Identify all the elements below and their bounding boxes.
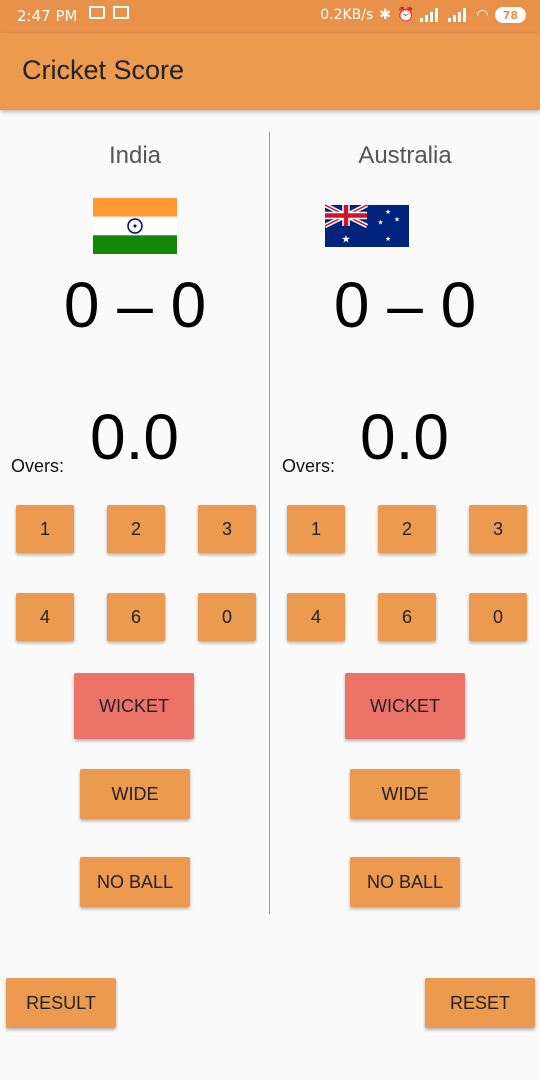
run-0-button[interactable]: 0 (198, 593, 256, 641)
wicket-button[interactable]: WICKET (345, 673, 465, 739)
result-button[interactable]: RESULT (6, 978, 116, 1028)
wide-button[interactable]: WIDE (350, 769, 460, 819)
svg-text:★: ★ (394, 216, 400, 224)
run-3-button[interactable]: 3 (469, 505, 527, 553)
run-1-button[interactable]: 1 (287, 505, 345, 553)
team-panel-australia: Australia ★ ★ ★ ★ ★ 0 – 0 Overs: 0.0 1 2… (270, 110, 540, 920)
run-4-button[interactable]: 4 (287, 593, 345, 641)
status-time: 2:47 PM (17, 7, 78, 25)
svg-text:★: ★ (385, 235, 391, 243)
alarm-off-icon: ⏰ (397, 7, 415, 23)
team-name: Australia (358, 142, 452, 169)
svg-text:★: ★ (377, 219, 383, 227)
laptop-icon (113, 6, 129, 19)
mail-icon (89, 6, 105, 19)
overs-value: 0.0 (360, 401, 449, 473)
team-panel-india: India 0 – 0 Overs: 0.0 1 2 3 4 6 0 WICKE… (0, 110, 270, 920)
network-speed: 0.2KB/s (320, 7, 374, 23)
overs-label: Overs: (11, 456, 65, 476)
overs-label: Overs: (282, 456, 336, 476)
run-2-button[interactable]: 2 (107, 505, 165, 553)
overs-value: 0.0 (90, 401, 179, 473)
status-bar: 2:47 PM 0.2KB/s ✱ ⏰ ◠ 78 (0, 0, 540, 33)
signal-icon (420, 8, 442, 22)
run-4-button[interactable]: 4 (16, 593, 74, 641)
app-title: Cricket Score (22, 55, 185, 85)
battery-icon: 78 (494, 7, 526, 23)
run-2-button[interactable]: 2 (378, 505, 436, 553)
team-score: 0 – 0 (63, 269, 207, 341)
run-1-button[interactable]: 1 (16, 505, 74, 553)
australia-flag-icon: ★ ★ ★ ★ ★ (325, 202, 409, 247)
run-6-button[interactable]: 6 (107, 593, 165, 641)
app-bar: Cricket Score (0, 33, 540, 110)
team-name: India (108, 142, 162, 169)
wicket-button[interactable]: WICKET (74, 673, 194, 739)
run-0-button[interactable]: 0 (469, 593, 527, 641)
wide-button[interactable]: WIDE (80, 769, 190, 819)
bluetooth-icon: ✱ (379, 7, 392, 23)
no-ball-button[interactable]: NO BALL (350, 857, 460, 907)
india-flag-icon (93, 198, 177, 254)
no-ball-button[interactable]: NO BALL (80, 857, 190, 907)
reset-button[interactable]: RESET (425, 978, 535, 1028)
run-6-button[interactable]: 6 (378, 593, 436, 641)
svg-text:★: ★ (385, 208, 391, 216)
run-3-button[interactable]: 3 (198, 505, 256, 553)
team-score: 0 – 0 (333, 269, 477, 341)
svg-text:★: ★ (341, 234, 350, 246)
wifi-icon: ◠ (476, 7, 489, 23)
signal-icon (448, 8, 470, 22)
